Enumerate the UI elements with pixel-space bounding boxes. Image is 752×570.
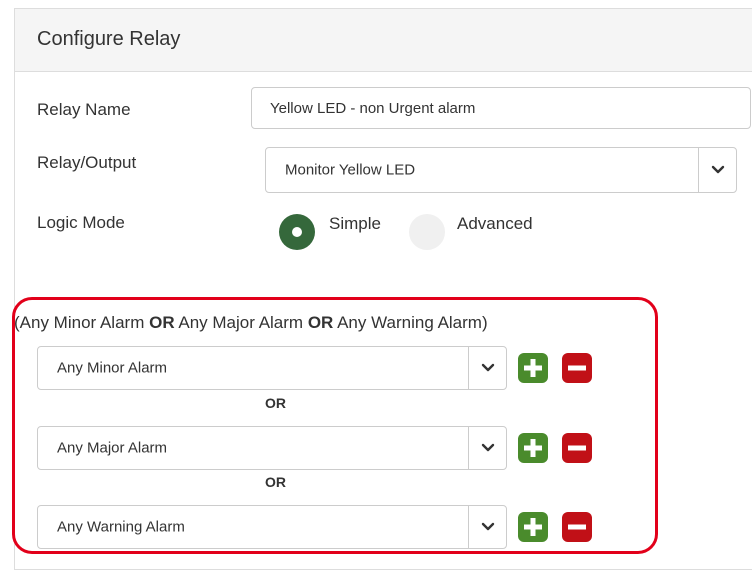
add-condition-button[interactable] — [518, 433, 548, 463]
logic-mode-simple-radio[interactable] — [279, 214, 315, 250]
chevron-down-icon — [711, 165, 724, 174]
relay-name-label: Relay Name — [37, 100, 131, 119]
condition-dropdown-button[interactable] — [468, 427, 506, 469]
relay-output-select[interactable]: Monitor Yellow LED — [265, 147, 737, 193]
panel-header: Configure Relay — [15, 9, 752, 72]
or-operator-label: OR — [265, 395, 286, 411]
condition-dropdown-button[interactable] — [468, 347, 506, 389]
chevron-down-icon — [481, 522, 494, 531]
condition-select-3[interactable]: Any Warning Alarm — [37, 505, 507, 549]
relay-output-value: Monitor Yellow LED — [285, 161, 416, 179]
remove-condition-button[interactable] — [562, 433, 592, 463]
panel-title: Configure Relay — [37, 28, 181, 50]
condition-select-2[interactable]: Any Major Alarm — [37, 426, 507, 470]
expression-text: Any Warning Alarm) — [333, 313, 488, 332]
relay-name-input[interactable] — [251, 87, 751, 129]
condition-value: Any Minor Alarm — [57, 359, 168, 377]
logic-expression: (Any Minor Alarm OR Any Major Alarm OR A… — [14, 313, 488, 333]
or-operator-label: OR — [265, 474, 286, 490]
chevron-down-icon — [481, 443, 494, 452]
chevron-down-icon — [481, 363, 494, 372]
add-condition-button[interactable] — [518, 353, 548, 383]
condition-select-1[interactable]: Any Minor Alarm — [37, 346, 507, 390]
condition-dropdown-button[interactable] — [468, 506, 506, 548]
relay-output-label: Relay/Output — [37, 153, 137, 172]
logic-mode-simple-label[interactable]: Simple — [329, 214, 381, 234]
logic-mode-advanced-label[interactable]: Advanced — [457, 214, 533, 234]
remove-condition-button[interactable] — [562, 512, 592, 542]
minus-icon — [568, 365, 586, 371]
condition-value: Any Major Alarm — [57, 439, 168, 457]
plus-icon — [524, 359, 542, 377]
minus-icon — [568, 524, 586, 530]
condition-value: Any Warning Alarm — [57, 518, 185, 536]
expression-text: Any Major Alarm — [174, 313, 308, 332]
remove-condition-button[interactable] — [562, 353, 592, 383]
add-condition-button[interactable] — [518, 512, 548, 542]
logic-mode-advanced-radio[interactable] — [409, 214, 445, 250]
minus-icon — [568, 445, 586, 451]
plus-icon — [524, 439, 542, 457]
plus-icon — [524, 518, 542, 536]
logic-mode-label: Logic Mode — [37, 213, 125, 232]
expression-text: (Any Minor Alarm — [14, 313, 150, 332]
expression-operator: OR — [149, 313, 175, 332]
expression-operator: OR — [307, 313, 334, 332]
relay-output-dropdown-button[interactable] — [698, 148, 736, 192]
